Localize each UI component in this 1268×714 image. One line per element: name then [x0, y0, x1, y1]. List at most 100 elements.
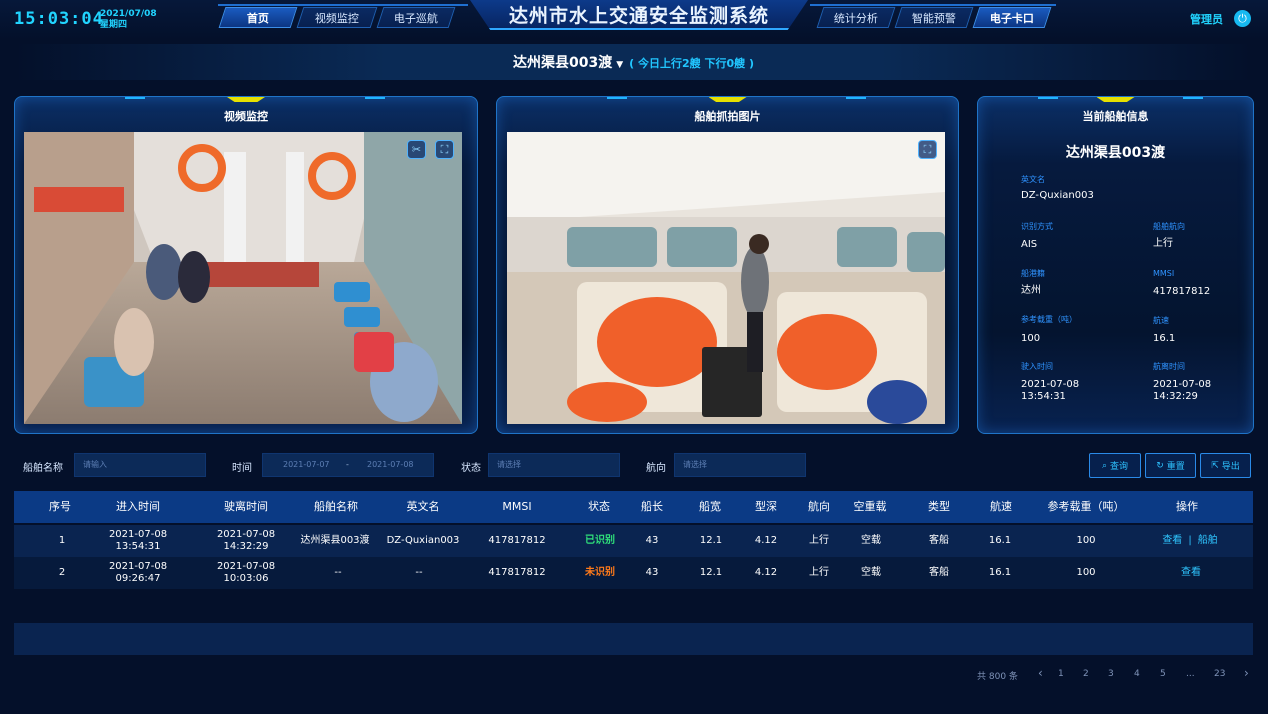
pager-prev-button[interactable]: ‹	[1038, 666, 1043, 680]
power-icon[interactable]: ⏻	[1234, 10, 1251, 27]
col-actions: 操作	[1176, 500, 1198, 513]
view-link[interactable]: 查看	[1181, 557, 1201, 589]
col-type: 类型	[928, 500, 950, 513]
top-bar: 15:03:04 2021/07/08 星期四 首页 视频监控 电子巡航 达州市…	[0, 0, 1268, 40]
title-line-left	[218, 4, 468, 6]
nav-statistics[interactable]: 统计分析	[816, 7, 896, 28]
load-value: 100	[1021, 333, 1041, 344]
col-load-state: 空重载	[853, 500, 887, 513]
leave-time-label: 航离时间	[1153, 362, 1185, 371]
speed-label: 航速	[1153, 316, 1169, 325]
video-panel: 视频监控 ✂ ⛶	[14, 96, 478, 434]
pager-ellipsis: ...	[1186, 669, 1195, 679]
ferry-stats: ( 今日上行2艘 下行0艘 )	[629, 57, 754, 70]
ident-value: AIS	[1021, 239, 1038, 250]
panel-title: 当前船舶信息	[1082, 110, 1149, 123]
table-row[interactable]: 1 2021-07-08 13:54:31 2021-07-08 14:32:29 …	[14, 525, 1253, 557]
col-load: 参考载重（吨）	[1047, 500, 1125, 513]
port-value: 达州	[1021, 285, 1041, 296]
title-line-right	[810, 4, 1056, 6]
video-feed[interactable]: ✂ ⛶	[24, 132, 462, 424]
col-ship-name: 船舶名称	[314, 500, 358, 513]
status-badge: 已识别	[585, 535, 615, 546]
ship-cabin-photo	[507, 132, 945, 424]
mmsi-label: MMSI	[1153, 269, 1175, 278]
view-link[interactable]: 查看	[1162, 535, 1182, 547]
col-status: 状态	[588, 500, 610, 513]
direction-value: 上行	[1153, 238, 1173, 249]
fullscreen-icon[interactable]: ⛶	[918, 140, 937, 159]
user-name[interactable]: 管理员	[1190, 11, 1223, 27]
export-button[interactable]: ⇱ 导出	[1200, 453, 1251, 478]
date: 2021/07/08	[100, 9, 157, 19]
col-width: 船宽	[699, 500, 721, 513]
pager-page[interactable]: 2	[1083, 669, 1089, 679]
pager-next-button[interactable]: ›	[1244, 666, 1249, 680]
mmsi-value: 417817812	[1153, 286, 1211, 297]
speed-value: 16.1	[1153, 333, 1176, 344]
col-speed: 航速	[990, 500, 1012, 513]
pager-total: 共 800 条	[977, 672, 1018, 682]
capture-image[interactable]: ⛶	[507, 132, 945, 424]
scissors-icon[interactable]: ✂	[407, 140, 426, 159]
table-row-empty	[14, 623, 1253, 655]
time-filter-label: 时间	[232, 463, 252, 474]
weekday: 星期四	[100, 20, 128, 30]
ident-label: 识别方式	[1021, 222, 1053, 231]
table-row-empty	[14, 591, 1253, 623]
ship-name: 达州渠县003渡	[1065, 145, 1166, 161]
english-name-label: 英文名	[1021, 175, 1045, 184]
date-block: 2021/07/08 星期四	[100, 9, 157, 31]
chevron-down-icon[interactable]: ▼	[616, 60, 623, 70]
col-leave-time: 驶离时间	[224, 500, 268, 513]
enter-time-value: 2021-07-08 13:54:31	[1021, 379, 1080, 402]
system-title: 达州市水上交通安全监测系统	[470, 0, 808, 30]
fullscreen-icon[interactable]: ⛶	[435, 140, 454, 159]
date-separator: -	[346, 460, 349, 469]
nav-e-checkpoint[interactable]: 电子卡口	[972, 7, 1052, 28]
ship-link[interactable]: 船舶	[1198, 535, 1218, 547]
capture-panel: 船舶抓拍图片 ⛶	[496, 96, 959, 434]
status-select[interactable]: 请选择	[488, 453, 620, 477]
cabin-video-image	[24, 132, 462, 424]
col-no: 序号	[49, 500, 71, 513]
nav-home[interactable]: 首页	[218, 7, 298, 28]
query-button[interactable]: ⌕ 查询	[1089, 453, 1141, 478]
pager-page[interactable]: 1	[1058, 669, 1064, 679]
direction-label: 船舶航向	[1153, 222, 1185, 231]
table-row[interactable]: 2 2021-07-08 09:26:47 2021-07-08 10:03:06 …	[14, 557, 1253, 589]
nav-e-patrol[interactable]: 电子巡航	[376, 7, 456, 28]
ship-name-input[interactable]: 请输入	[74, 453, 206, 477]
action-separator: |	[1188, 535, 1192, 546]
date-range-picker[interactable]: 2021-07-07 - 2021-07-08	[262, 453, 434, 477]
ship-info-panel: 当前船舶信息 达州渠县003渡 英文名 DZ-Quxian003 识别方式 AI…	[977, 96, 1254, 434]
pager-page[interactable]: 5	[1160, 669, 1166, 679]
date-end[interactable]: 2021-07-08	[367, 454, 414, 476]
search-icon: ⌕	[1101, 460, 1108, 471]
load-label: 参考载重（吨）	[1021, 315, 1077, 324]
english-name-value: DZ-Quxian003	[1021, 190, 1094, 201]
export-icon: ⇱	[1211, 460, 1219, 471]
date-start[interactable]: 2021-07-07	[283, 454, 330, 476]
ship-name-filter-label: 船舶名称	[23, 463, 63, 474]
panel-title: 视频监控	[224, 110, 268, 123]
col-length: 船长	[641, 500, 663, 513]
col-mmsi: MMSI	[502, 500, 532, 513]
enter-time-label: 驶入时间	[1021, 362, 1053, 371]
leave-time-value: 2021-07-08 14:32:29	[1153, 379, 1212, 402]
panel-title: 船舶抓拍图片	[694, 110, 761, 123]
col-enter-time: 进入时间	[116, 500, 160, 513]
nav-smart-alert[interactable]: 智能预警	[894, 7, 974, 28]
table-header: 序号 进入时间 驶离时间 船舶名称 英文名 MMSI 状态 船长 船宽 型深 航…	[14, 491, 1253, 523]
pager-page[interactable]: 3	[1108, 669, 1114, 679]
col-english-name: 英文名	[406, 500, 440, 513]
status-badge: 未识别	[585, 567, 615, 578]
port-label: 船港籍	[1021, 269, 1045, 278]
pager-page[interactable]: 4	[1134, 669, 1140, 679]
nav-video-monitor[interactable]: 视频监控	[296, 7, 378, 28]
pager-page[interactable]: 23	[1214, 669, 1225, 679]
direction-filter-label: 航向	[646, 463, 666, 474]
reset-button[interactable]: ↻ 重置	[1145, 453, 1196, 478]
direction-select[interactable]: 请选择	[674, 453, 806, 477]
ferry-select[interactable]: 达州渠县003渡	[513, 55, 612, 71]
